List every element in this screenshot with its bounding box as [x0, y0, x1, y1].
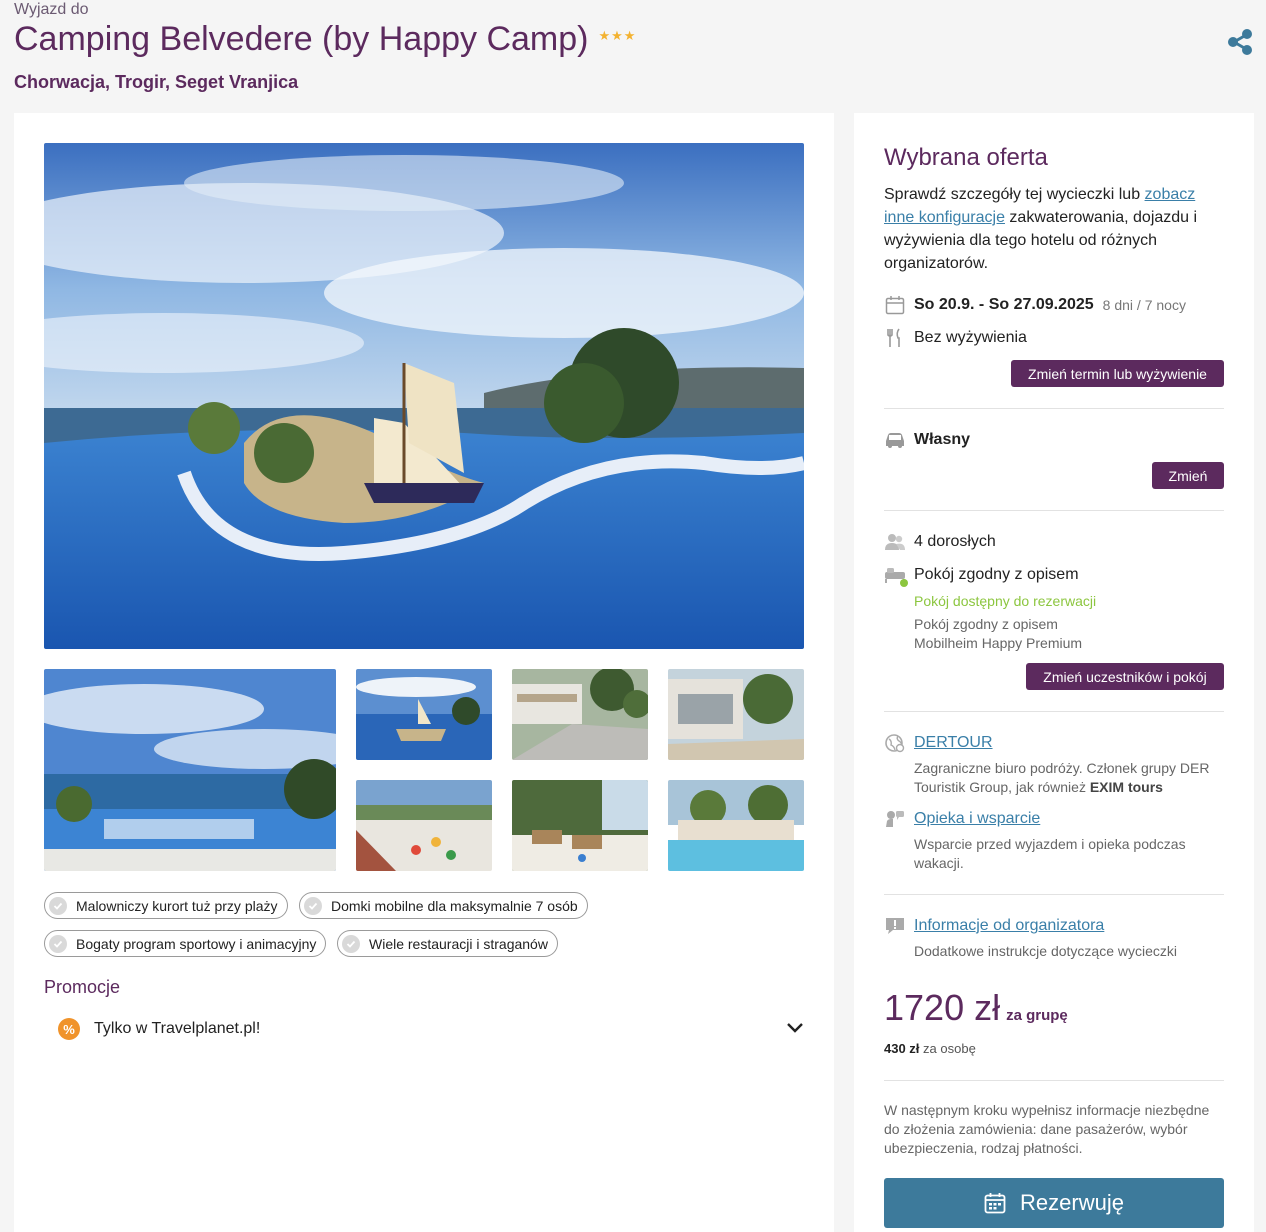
feature-tag: Bogaty program sportowy i animacyjny [44, 930, 327, 957]
feature-tag: Wiele restauracji i straganów [337, 930, 558, 957]
room-type: Mobilheim Happy Premium [914, 635, 1083, 651]
promotions-title: Promocje [44, 977, 121, 997]
organizer-row: DERTOUR [884, 732, 993, 754]
chevron-down-icon[interactable] [786, 1021, 804, 1039]
divider [884, 510, 1224, 511]
desc-text: Sprawdź szczegóły tej wycieczki lub [884, 186, 1145, 203]
page-title: Camping Belvedere (by Happy Camp) ★★★ [14, 20, 636, 59]
main-photo[interactable] [44, 143, 804, 649]
promotion-item[interactable]: % Tylko w Travelplanet.pl! [58, 1016, 804, 1042]
travelers-count: 4 dorosłych [914, 533, 996, 550]
care-row: Opieka i wsparcie [884, 808, 1040, 830]
star-rating: ★★★ [598, 27, 637, 43]
transport-type: Własny [914, 431, 971, 448]
message-icon [884, 915, 906, 937]
gallery-thumb-2[interactable] [356, 669, 492, 760]
gallery-card: Malowniczy kurort tuż przy plaży Domki m… [14, 113, 834, 1232]
price-per-person: 430 zł za osobę [884, 1041, 976, 1056]
feature-label: Malowniczy kurort tuż przy plaży [76, 897, 278, 914]
change-participants-button[interactable]: Zmień uczestników i pokój [1026, 663, 1224, 690]
book-button[interactable]: Rezerwuję [884, 1178, 1224, 1228]
next-step-note: W następnym kroku wypełnisz informacje n… [884, 1102, 1210, 1156]
feature-tag: Domki mobilne dla maksymalnie 7 osób [299, 892, 588, 919]
offer-title: Wybrana oferta [884, 144, 1048, 171]
price: 1720 zł za grupę [884, 987, 1068, 1029]
organizer-info-link[interactable]: Informacje od organizatora [914, 917, 1104, 935]
travel-dates: So 20.9. - So 27.09.2025 [914, 296, 1094, 313]
offer-panel: Wybrana oferta Sprawdź szczegóły tej wyc… [854, 113, 1254, 1232]
page-header: Wyjazd do Camping Belvedere (by Happy Ca… [14, 0, 1254, 100]
change-term-button[interactable]: Zmień termin lub wyżywienie [1011, 360, 1224, 387]
cutlery-icon [884, 327, 906, 349]
feature-label: Domki mobilne dla maksymalnie 7 osób [331, 897, 578, 914]
feature-label: Bogaty program sportowy i animacyjny [76, 935, 317, 952]
calendar-icon [884, 294, 906, 316]
organizer-link[interactable]: DERTOUR [914, 734, 993, 752]
divider [884, 1080, 1224, 1081]
care-description: Wsparcie przed wyjazdem i opieka podczas… [914, 836, 1186, 871]
organizer-desc-bold: EXIM tours [1089, 779, 1163, 795]
support-icon [884, 808, 906, 830]
travelers-row: 4 dorosłych [884, 531, 996, 553]
book-button-label: Rezerwuję [1020, 1190, 1124, 1215]
organizer-description: Zagraniczne biuro podróży. Członek grupy… [914, 759, 1234, 797]
calendar-icon [984, 1193, 1006, 1214]
check-icon [49, 896, 67, 915]
check-icon [342, 934, 360, 953]
per-person-label: za osobę [923, 1041, 976, 1056]
gallery-thumb-4[interactable] [668, 669, 804, 760]
people-icon [884, 531, 906, 553]
organizer-desc-text: Zagraniczne biuro podróży. Członek grupy… [914, 760, 1210, 795]
bed-icon [884, 564, 908, 587]
percent-icon: % [58, 1018, 80, 1040]
divider [884, 408, 1224, 409]
room-description: Pokój zgodny z opisem [914, 616, 1058, 632]
feature-label: Wiele restauracji i straganów [369, 935, 548, 952]
room-name: Pokój zgodny z opisem [914, 566, 1079, 583]
feature-tag: Malowniczy kurort tuż przy plaży [44, 892, 288, 919]
price-amount: 1720 zł [884, 987, 1001, 1028]
care-link[interactable]: Opieka i wsparcie [914, 810, 1040, 828]
change-transport-button[interactable]: Zmień [1152, 462, 1224, 489]
transport-row: Własny [884, 429, 970, 451]
offer-description: Sprawdź szczegóły tej wycieczki lub zoba… [884, 183, 1224, 275]
divider [884, 711, 1224, 712]
price-unit: za grupę [1006, 1007, 1068, 1024]
gallery-thumb-1[interactable] [44, 669, 336, 871]
gallery-thumb-5[interactable] [356, 780, 492, 871]
promotion-label: Tylko w Travelplanet.pl! [94, 1020, 261, 1037]
board-row: Bez wyżywienia [884, 327, 1027, 349]
gallery-thumb-6[interactable] [512, 780, 648, 871]
per-person-amount: 430 zł [884, 1041, 920, 1056]
share-icon[interactable] [1226, 28, 1254, 56]
check-icon [49, 934, 67, 953]
globe-icon [884, 732, 906, 754]
gallery-thumb-7[interactable] [668, 780, 804, 871]
duration: 8 dni / 7 nocy [1102, 297, 1186, 313]
available-dot [900, 579, 908, 587]
location: Chorwacja, Trogir, Seget Vranjica [14, 72, 299, 92]
pre-title: Wyjazd do [14, 1, 89, 18]
check-icon [304, 896, 322, 915]
car-icon [884, 429, 906, 451]
gallery-thumb-3[interactable] [512, 669, 648, 760]
hotel-name: Camping Belvedere (by Happy Camp) [14, 20, 589, 58]
room-row: Pokój zgodny z opisem [884, 564, 1079, 587]
board-type: Bez wyżywienia [914, 329, 1027, 346]
divider [884, 894, 1224, 895]
organizer-info-description: Dodatkowe instrukcje dotyczące wycieczki [914, 943, 1177, 959]
info-row: Informacje od organizatora [884, 915, 1104, 937]
room-availability: Pokój dostępny do rezerwacji [914, 593, 1097, 609]
dates-row: So 20.9. - So 27.09.2025 8 dni / 7 nocy [884, 294, 1186, 316]
